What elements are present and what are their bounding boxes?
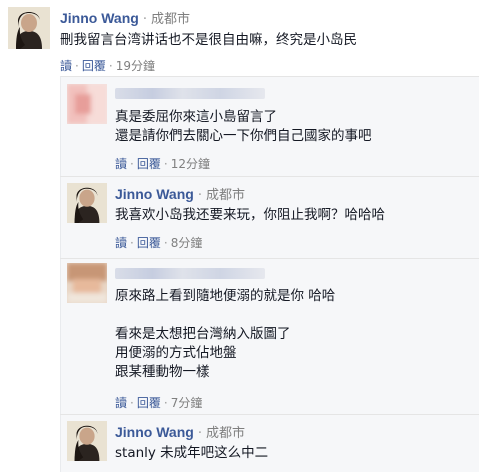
- blurred-avatar-icon[interactable]: [67, 84, 107, 124]
- reply-item: 原來路上看到隨地便溺的就是你 哈哈 看來是太想把台灣納入版圖了 用便溺的方式佔地…: [0, 258, 479, 414]
- timestamp[interactable]: 8分鐘: [171, 236, 203, 250]
- comment-meta: 讀 · 回覆 · 7分鐘: [115, 394, 202, 411]
- comment-text: stanly 未成年吧这么中二: [115, 444, 268, 463]
- comment-text-line: stanly 未成年吧这么中二: [115, 445, 269, 461]
- comment-meta: 讀 · 回覆 · 12分鐘: [115, 155, 210, 172]
- commenter-location: 成都市: [150, 12, 190, 27]
- comment-text: 真是委屈你來這小島留言了 還是請你們去關心一下你們自己國家的事吧: [115, 108, 372, 146]
- commenter-location: 成都市: [205, 188, 245, 203]
- comment-text-line: 我喜欢小岛我还要来玩，你阻止我啊？哈哈哈: [115, 207, 385, 223]
- separator-dot: ·: [142, 12, 147, 27]
- meta-separator: ·: [130, 396, 134, 410]
- comment-item: Jinno Wang · 成都市 刪我留言台湾讲话也不是很自由嘛，终究是小岛民 讀 ·…: [0, 0, 479, 76]
- commenter-name[interactable]: Jinno Wang: [115, 424, 194, 440]
- comment-text-line: 原來路上看到隨地便溺的就是你 哈哈: [115, 288, 336, 304]
- comment-text: 原來路上看到隨地便溺的就是你 哈哈 看來是太想把台灣納入版圖了 用便溺的方式佔地…: [115, 287, 335, 382]
- reply-link[interactable]: 回覆: [82, 59, 106, 73]
- meta-separator: ·: [108, 59, 113, 73]
- meta-separator: ·: [163, 236, 168, 250]
- user-avatar-icon[interactable]: [67, 183, 107, 223]
- timestamp[interactable]: 12分鐘: [171, 157, 210, 171]
- read-link[interactable]: 讀: [115, 396, 127, 410]
- read-link[interactable]: 讀: [60, 59, 72, 73]
- reply-item: 真是委屈你來這小島留言了 還是請你們去關心一下你們自己國家的事吧 讀 · 回覆 · 12…: [0, 76, 479, 176]
- reply-item: Jinno Wang · 成都市 stanly 未成年吧这么中二: [0, 414, 479, 472]
- read-link[interactable]: 讀: [115, 157, 127, 171]
- reply-link[interactable]: 回覆: [137, 236, 161, 250]
- comment-meta: 讀 · 回覆 · 19分鐘: [60, 57, 155, 74]
- comment-text-line: 看來是太想把台灣納入版圖了: [115, 326, 291, 342]
- reply-link[interactable]: 回覆: [137, 157, 161, 171]
- timestamp[interactable]: 7分鐘: [171, 396, 203, 410]
- separator-dot: ·: [197, 426, 202, 441]
- comment-text: 刪我留言台湾讲话也不是很自由嘛，终究是小岛民: [60, 31, 357, 50]
- read-link[interactable]: 讀: [115, 236, 127, 250]
- meta-separator: ·: [130, 157, 134, 171]
- comment-text-line: 用便溺的方式佔地盤: [115, 345, 237, 361]
- blurred-name[interactable]: [115, 268, 265, 279]
- blurred-avatar-icon[interactable]: [67, 263, 107, 303]
- commenter-name[interactable]: Jinno Wang: [115, 186, 194, 202]
- meta-separator: ·: [163, 157, 168, 171]
- separator-dot: ·: [197, 188, 202, 203]
- comment-text-line: 還是請你們去關心一下你們自己國家的事吧: [115, 128, 372, 144]
- meta-separator: ·: [163, 396, 168, 410]
- comment-meta: 讀 · 回覆 · 8分鐘: [115, 234, 202, 251]
- reply-item: Jinno Wang · 成都市 我喜欢小岛我还要来玩，你阻止我啊？哈哈哈 讀 · 回覆…: [0, 176, 479, 258]
- comment-text-line: 真是委屈你來這小島留言了: [115, 109, 277, 125]
- comment-text-line: 刪我留言台湾讲话也不是很自由嘛，终究是小岛民: [60, 32, 357, 48]
- meta-separator: ·: [130, 236, 134, 250]
- user-avatar-icon[interactable]: [67, 421, 107, 461]
- commenter-name[interactable]: Jinno Wang: [60, 10, 139, 26]
- timestamp[interactable]: 19分鐘: [116, 59, 155, 73]
- blurred-name[interactable]: [115, 88, 265, 99]
- meta-separator: ·: [75, 59, 79, 73]
- comment-text: 我喜欢小岛我还要来玩，你阻止我啊？哈哈哈: [115, 206, 385, 225]
- user-avatar-icon[interactable]: [8, 7, 50, 49]
- reply-link[interactable]: 回覆: [137, 396, 161, 410]
- comment-text-line: 跟某種動物一樣: [115, 364, 210, 380]
- commenter-location: 成都市: [205, 426, 245, 441]
